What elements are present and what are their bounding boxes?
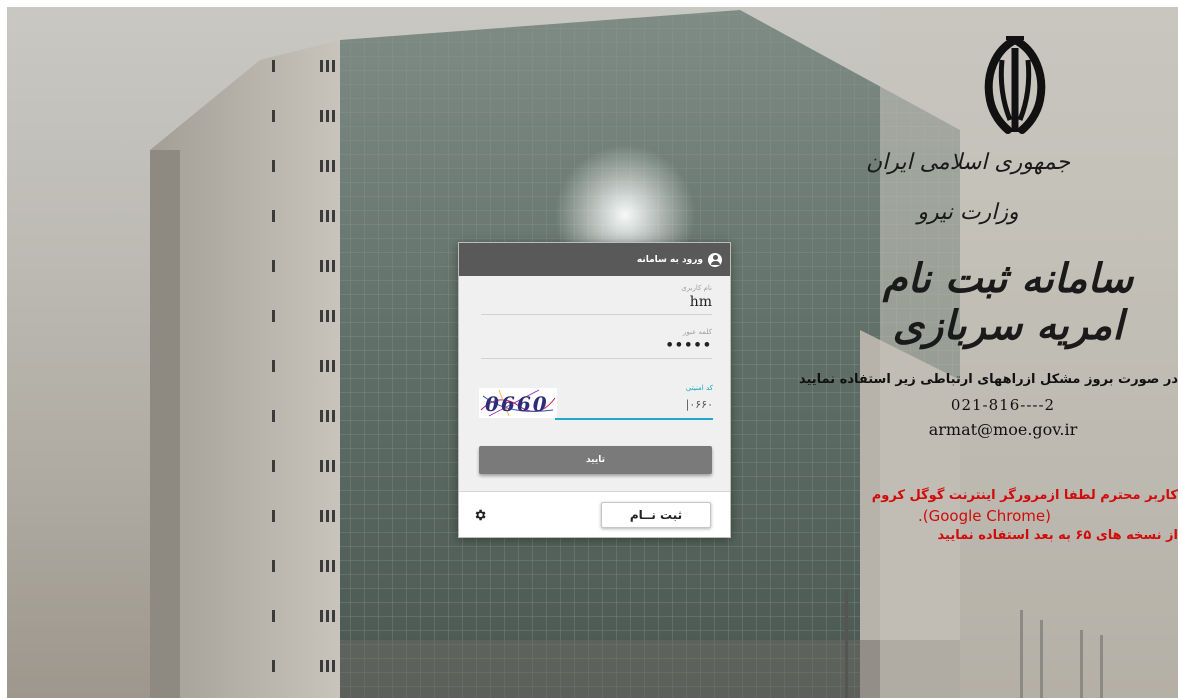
browser-warning-line2: .(Google Chrome) bbox=[918, 507, 1051, 525]
login-dialog-header: ورود به سامانه bbox=[459, 243, 730, 276]
help-email: armat@moe.gov.ir bbox=[928, 420, 1078, 439]
user-circle-icon bbox=[708, 252, 722, 267]
username-field[interactable]: نام کاربری hm bbox=[481, 284, 712, 315]
register-button[interactable]: ثبت نــام bbox=[601, 502, 711, 528]
captcha-field[interactable]: کد امنیتی |۰۶۶۰ bbox=[555, 384, 713, 420]
iran-emblem-icon bbox=[984, 36, 1046, 134]
help-phone: 021-816----2 bbox=[950, 396, 1056, 414]
password-underline bbox=[481, 358, 712, 359]
page-background: جمهوری اسلامی ایران وزارت نیرو سامانه ثب… bbox=[0, 0, 1178, 698]
captcha-image[interactable]: 0660 bbox=[479, 388, 557, 418]
username-underline bbox=[481, 314, 712, 315]
password-input[interactable]: ••••• bbox=[481, 338, 712, 358]
captcha-underline bbox=[555, 418, 713, 420]
captcha-text: 0660 bbox=[485, 392, 549, 416]
submit-button[interactable]: تایید bbox=[479, 446, 712, 474]
browser-warning-line3: از نسخه های ۶۵ به بعد استفاده نمایید bbox=[937, 528, 1178, 543]
captcha-row: 0660 کد امنیتی |۰۶۶۰ bbox=[479, 384, 714, 424]
captcha-input[interactable]: |۰۶۶۰ bbox=[555, 394, 713, 418]
login-form: نام کاربری hm کلمه عبور ••••• 0660 کد ام… bbox=[459, 276, 730, 491]
password-label: کلمه عبور bbox=[683, 328, 712, 336]
login-dialog: ورود به سامانه نام کاربری hm کلمه عبور •… bbox=[458, 242, 731, 538]
system-title: سامانه ثبت نام امریه سربازی bbox=[882, 255, 1134, 349]
ministry-title: وزارت نیرو bbox=[917, 200, 1019, 225]
left-border bbox=[0, 7, 7, 698]
login-dialog-title: ورود به سامانه bbox=[636, 254, 703, 265]
browser-warning-line1: کاربر محترم لطفا ازمرورگر اینترنت گوگل ک… bbox=[871, 488, 1178, 503]
republic-title: جمهوری اسلامی ایران bbox=[865, 150, 1071, 175]
login-dialog-footer: ثبت نــام bbox=[459, 491, 730, 537]
username-label: نام کاربری bbox=[681, 284, 712, 292]
help-message: در صورت بروز مشکل ازراههای ارتباطی زیر ا… bbox=[798, 372, 1178, 387]
captcha-label: کد امنیتی bbox=[685, 384, 713, 392]
gear-icon[interactable] bbox=[473, 508, 487, 522]
password-field[interactable]: کلمه عبور ••••• bbox=[481, 328, 712, 359]
username-input[interactable]: hm bbox=[481, 294, 712, 314]
top-border bbox=[0, 0, 1178, 7]
